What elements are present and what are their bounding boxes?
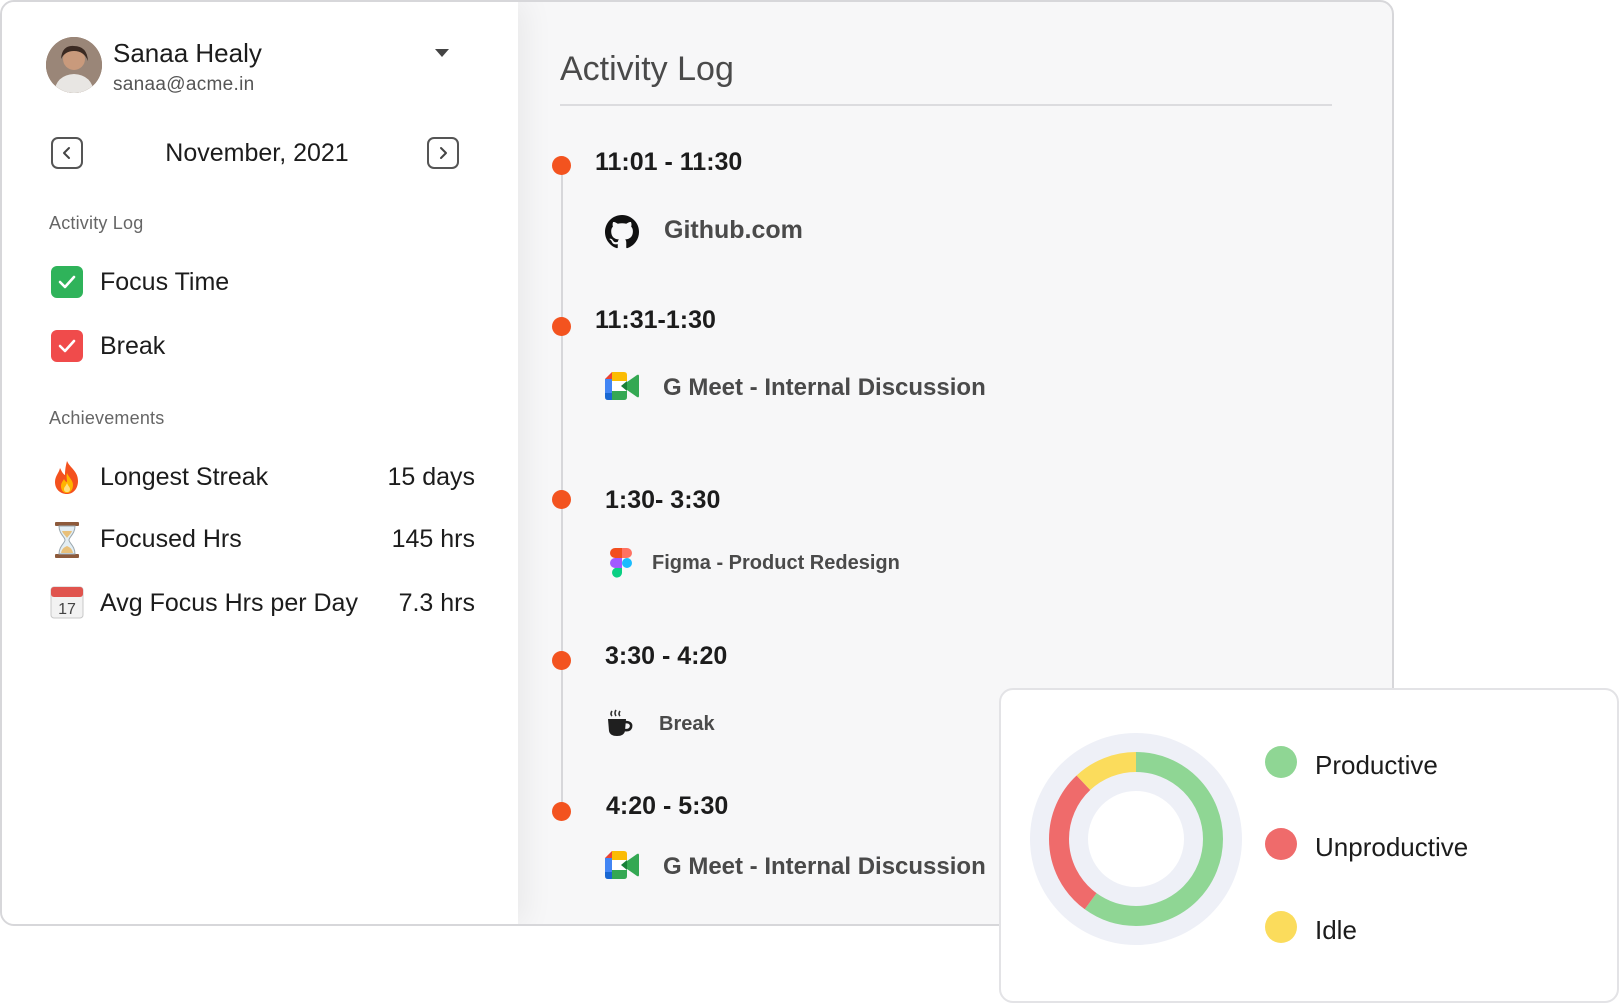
divider [560, 104, 1332, 106]
google-meet-icon [605, 851, 639, 885]
activity-log-section-title: Activity Log [49, 213, 144, 233]
legend-label-productive: Productive [1315, 750, 1438, 780]
timeline-app[interactable]: Figma - Product Redesign [652, 552, 900, 575]
donut-inner-hole [1088, 791, 1184, 887]
timeline-dot [552, 317, 571, 336]
legend-dot-idle [1265, 911, 1297, 943]
filter-label-focus-time: Focus Time [100, 268, 230, 296]
legend-label-idle: Idle [1315, 915, 1357, 945]
legend-dot-productive [1265, 746, 1297, 778]
legend-dot-unproductive [1265, 828, 1297, 860]
timeline-dot [552, 802, 571, 821]
timeline-app[interactable]: G Meet - Internal Discussion [663, 853, 986, 881]
timeline-app[interactable]: Github.com [664, 216, 803, 245]
achievement-value: 15 days [387, 463, 475, 491]
achievement-value: 145 hrs [391, 525, 475, 553]
google-meet-icon [605, 372, 639, 406]
hourglass-icon [50, 521, 84, 558]
previous-month-button[interactable] [51, 137, 83, 169]
sidebar: Sanaa Healy sanaa@acme.in November, 2021… [2, 2, 518, 924]
timeline-time: 11:31-1:30 [595, 306, 716, 334]
avatar[interactable] [46, 37, 102, 93]
timeline-time: 3:30 - 4:20 [605, 642, 728, 670]
github-icon [605, 215, 639, 249]
timeline-time: 11:01 - 11:30 [595, 148, 743, 176]
timeline-time: 4:20 - 5:30 [606, 792, 729, 820]
timeline-line [561, 162, 563, 812]
achievement-value: 7.3 hrs [398, 589, 475, 617]
timeline-app[interactable]: G Meet - Internal Discussion [663, 374, 986, 402]
filter-label-break: Break [100, 332, 166, 360]
chevron-down-icon[interactable] [432, 46, 452, 60]
timeline-dot [552, 651, 571, 670]
next-month-button[interactable] [427, 137, 459, 169]
figma-icon [605, 547, 639, 581]
user-name: Sanaa Healy [113, 38, 262, 68]
chevron-right-icon [440, 147, 447, 159]
donut-chart [1030, 733, 1242, 945]
achievements-section-title: Achievements [49, 408, 165, 428]
break-checkbox[interactable] [51, 330, 83, 362]
check-icon [58, 339, 76, 353]
fire-icon [50, 459, 84, 495]
achievement-label: Longest Streak [100, 463, 269, 491]
calendar-icon: 17 [50, 585, 84, 621]
achievement-label: Avg Focus Hrs per Day [100, 589, 358, 617]
month-label: November, 2021 [165, 139, 349, 167]
user-email: sanaa@acme.in [113, 74, 255, 95]
timeline-dot [552, 490, 571, 509]
timeline-app[interactable]: Break [659, 713, 715, 736]
page-title: Activity Log [560, 50, 734, 88]
timeline-time: 1:30- 3:30 [605, 486, 721, 514]
coffee-cup-icon [605, 708, 639, 742]
check-icon [58, 275, 76, 289]
activity-breakdown-card: Productive Unproductive Idle [999, 688, 1619, 1003]
legend-label-unproductive: Unproductive [1315, 832, 1469, 862]
achievement-label: Focused Hrs [100, 525, 242, 553]
chevron-left-icon [63, 147, 70, 159]
svg-text:17: 17 [58, 601, 76, 618]
focus-time-checkbox[interactable] [51, 266, 83, 298]
timeline-dot [552, 156, 571, 175]
